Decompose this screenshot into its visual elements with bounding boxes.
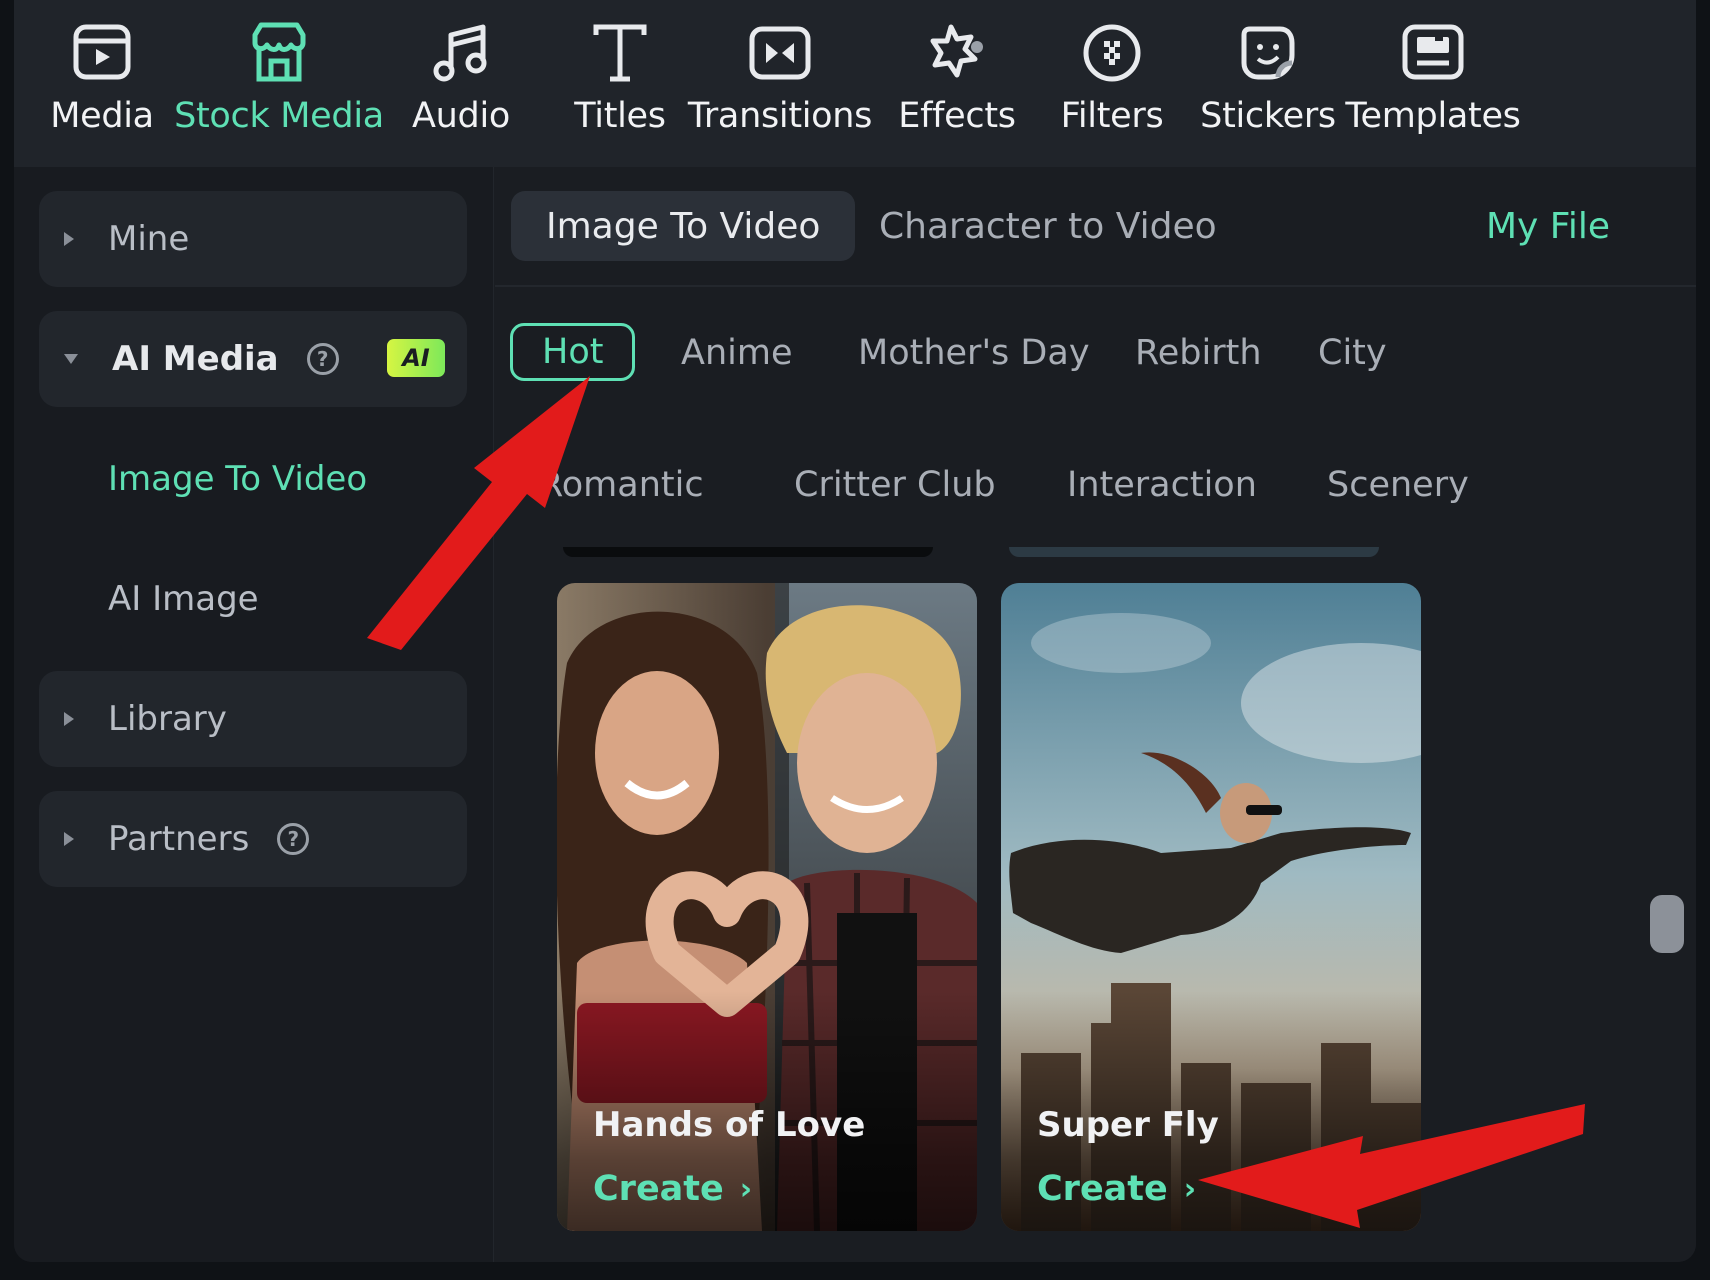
- ai-badge: AI: [387, 339, 445, 377]
- category-hot[interactable]: Hot: [510, 323, 636, 381]
- category-mothers-day[interactable]: Mother's Day: [858, 333, 1090, 373]
- sidebar: Mine AI Media ? AI Image To Video AI Ima…: [14, 167, 494, 1262]
- stickers-icon: [1233, 18, 1303, 88]
- toolbar-filters[interactable]: Filters: [1052, 18, 1172, 136]
- sidebar-item-ai-media[interactable]: AI Media ? AI: [39, 311, 467, 407]
- sidebar-item-mine-label: Mine: [108, 219, 190, 259]
- transitions-icon: [745, 18, 815, 88]
- media-icon: [67, 18, 137, 88]
- toolbar-media[interactable]: Media: [44, 18, 160, 136]
- create-label: Create: [1037, 1169, 1168, 1209]
- category-rebirth[interactable]: Rebirth: [1135, 333, 1262, 373]
- card-title: Super Fly: [1037, 1105, 1219, 1145]
- category-romantic[interactable]: Romantic: [539, 465, 704, 505]
- template-card-hands-of-love[interactable]: Hands of Love Create ›: [557, 583, 977, 1231]
- toolbar-templates[interactable]: Templates: [1345, 18, 1521, 136]
- create-label: Create: [593, 1169, 724, 1209]
- help-icon[interactable]: ?: [306, 343, 339, 375]
- sidebar-item-partners[interactable]: Partners ?: [39, 791, 467, 887]
- toolbar-filters-label: Filters: [1060, 96, 1164, 136]
- audio-icon: [426, 18, 496, 88]
- main-panel: Image To Video Character to Video My Fil…: [495, 167, 1696, 1262]
- category-interaction[interactable]: Interaction: [1067, 465, 1257, 505]
- effects-icon: [922, 18, 992, 88]
- toolbar-titles[interactable]: Titles: [570, 18, 670, 136]
- templates-icon: [1398, 18, 1468, 88]
- caret-right-icon: [64, 232, 74, 246]
- sidebar-item-ai-image[interactable]: AI Image: [108, 579, 259, 619]
- sidebar-item-image-to-video[interactable]: Image To Video: [108, 459, 367, 499]
- category-anime[interactable]: Anime: [681, 333, 792, 373]
- template-card-super-fly[interactable]: Super Fly Create ›: [1001, 583, 1421, 1231]
- toolbar-titles-label: Titles: [574, 96, 666, 136]
- toolbar-stickers[interactable]: Stickers: [1198, 18, 1338, 136]
- toolbar-stickers-label: Stickers: [1200, 96, 1336, 136]
- create-button[interactable]: Create ›: [1037, 1169, 1196, 1209]
- category-city[interactable]: City: [1318, 333, 1387, 373]
- scrollbar-thumb[interactable]: [1650, 895, 1684, 953]
- toolbar-effects[interactable]: Effects: [892, 18, 1022, 136]
- partial-card: [563, 547, 933, 557]
- my-file-link[interactable]: My File: [1486, 191, 1610, 261]
- tab-image-to-video[interactable]: Image To Video: [511, 191, 856, 261]
- toolbar-media-label: Media: [50, 96, 154, 136]
- stock-media-icon: [244, 18, 314, 88]
- sidebar-item-partners-label: Partners: [108, 819, 250, 859]
- toolbar-stock-media[interactable]: Stock Media: [174, 18, 384, 136]
- toolbar-audio-label: Audio: [412, 96, 510, 136]
- titles-icon: [585, 18, 655, 88]
- sidebar-item-ai-media-label: AI Media: [112, 339, 279, 379]
- help-icon[interactable]: ?: [277, 823, 310, 855]
- card-title: Hands of Love: [593, 1105, 866, 1145]
- top-toolbar: Media Stock Media Audio Titles Transitio…: [14, 0, 1696, 167]
- sidebar-item-mine[interactable]: Mine: [39, 191, 467, 287]
- toolbar-audio[interactable]: Audio: [411, 18, 511, 136]
- chevron-right-icon: ›: [1183, 1171, 1197, 1207]
- create-button[interactable]: Create ›: [593, 1169, 752, 1209]
- filters-icon: [1077, 18, 1147, 88]
- caret-down-icon: [64, 354, 78, 364]
- caret-right-icon: [64, 832, 74, 846]
- category-critter-club[interactable]: Critter Club: [794, 465, 996, 505]
- caret-right-icon: [64, 712, 74, 726]
- partial-card: [1009, 547, 1379, 557]
- tab-character-to-video[interactable]: Character to Video: [879, 191, 1217, 261]
- sidebar-item-library-label: Library: [108, 699, 227, 739]
- tab-bar: Image To Video Character to Video My Fil…: [495, 167, 1696, 287]
- toolbar-transitions[interactable]: Transitions: [688, 18, 872, 136]
- toolbar-transitions-label: Transitions: [687, 96, 873, 136]
- toolbar-templates-label: Templates: [1345, 96, 1521, 136]
- app-window: Media Stock Media Audio Titles Transitio…: [14, 0, 1696, 1262]
- sidebar-item-library[interactable]: Library: [39, 671, 467, 767]
- toolbar-effects-label: Effects: [898, 96, 1016, 136]
- category-scenery[interactable]: Scenery: [1327, 465, 1469, 505]
- toolbar-stock-media-label: Stock Media: [174, 96, 384, 136]
- chevron-right-icon: ›: [739, 1171, 753, 1207]
